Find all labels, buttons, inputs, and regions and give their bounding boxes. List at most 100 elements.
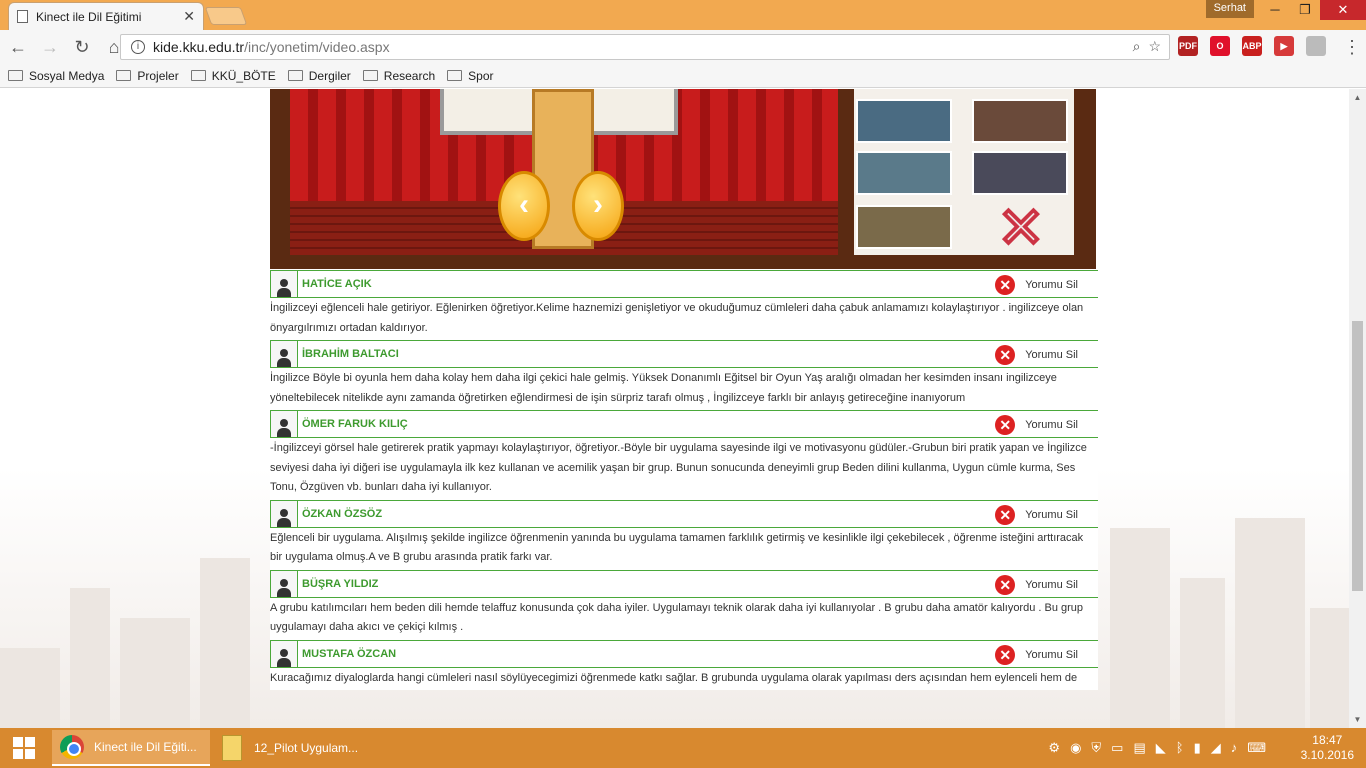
bookmark-label: KKÜ_BÖTE [211, 68, 276, 83]
address-bar[interactable]: i kide.kku.edu.tr/inc/yonetim/video.aspx… [120, 34, 1170, 60]
folder-icon [8, 70, 23, 81]
delete-label: Yorumu Sil [1025, 279, 1078, 291]
taskbar-item-chrome[interactable]: Kinect ile Dil Eğiti... [52, 730, 210, 766]
bookmark-folder[interactable]: Dergiler [287, 68, 351, 83]
system-clock[interactable]: 18:47 3.10.2016 [1301, 733, 1354, 763]
delete-comment-button[interactable]: ✕ Yorumu Sil [995, 574, 1078, 595]
network-icon[interactable]: ▤ [1133, 740, 1145, 756]
security-icon[interactable]: ⛨ [1091, 740, 1101, 756]
delete-icon: ✕ [995, 644, 1016, 665]
monitor-icon[interactable]: ▭ [1111, 740, 1123, 756]
commenter-name: ÖZKAN ÖZSÖZ [302, 507, 383, 520]
adblock-extension-icon[interactable]: ABP [1242, 36, 1262, 56]
delete-icon: ✕ [995, 504, 1016, 525]
home-icon: ⌂ [108, 36, 120, 57]
comment-header: BÜŞRA YILDIZ ✕ Yorumu Sil [270, 569, 1098, 598]
scroll-thumb[interactable] [1352, 321, 1363, 591]
wifi-icon[interactable]: ◢ [1211, 740, 1221, 756]
delete-label: Yorumu Sil [1025, 648, 1078, 661]
close-window-button[interactable]: ✕ [1320, 0, 1366, 20]
maximize-button[interactable]: ❐ [1290, 0, 1320, 20]
menu-icon[interactable]: ⋮ [1338, 33, 1366, 61]
delete-label: Yorumu Sil [1025, 349, 1078, 361]
delete-label: Yorumu Sil [1025, 508, 1078, 521]
profile-button[interactable]: Serhat [1205, 0, 1254, 18]
volume-icon[interactable]: ♪ [1231, 740, 1238, 756]
start-button[interactable] [0, 728, 48, 768]
opera-extension-icon[interactable]: O [1210, 36, 1230, 56]
commenter-name: BÜŞRA YILDIZ [302, 577, 379, 590]
delete-comment-button[interactable]: ✕ Yorumu Sil [995, 644, 1078, 665]
delete-icon: ✕ [995, 275, 1016, 295]
bluetooth-icon[interactable]: ᛒ [1176, 740, 1184, 756]
bookmark-folder[interactable]: KKÜ_BÖTE [190, 68, 276, 83]
forward-button[interactable]: → [36, 33, 64, 61]
bookmark-folder[interactable]: Spor [447, 68, 494, 83]
taskbar-item-file[interactable]: 12_Pilot Uygulam... [214, 730, 372, 766]
nvidia-icon[interactable]: ◣ [1156, 740, 1166, 756]
delete-icon: ✕ [995, 574, 1016, 595]
comment-text: -İngilizceyi görsel hale getirerek prati… [270, 438, 1098, 500]
browser-toolbar: ← → ↻ ⌂ i kide.kku.edu.tr/inc/yonetim/vi… [0, 30, 1366, 64]
new-tab-button[interactable] [204, 7, 248, 25]
comment-text: İngilizce Böyle bi oyunla hem daha kolay… [270, 368, 1098, 410]
browser-tab[interactable]: Kinect ile Dil Eğitimi ✕ [8, 2, 204, 30]
pdf-extension-icon[interactable]: PDF [1178, 36, 1198, 56]
back-button[interactable]: ← [4, 33, 32, 61]
bookmark-folder[interactable]: Projeler [116, 69, 179, 83]
comment-item: HATİCE AÇIK ✕ Yorumu Sil İngilizceyi eğle… [270, 270, 1098, 340]
skype-icon[interactable]: ◉ [1070, 740, 1081, 756]
delete-comment-button[interactable]: ✕ Yorumu Sil [995, 415, 1078, 435]
comment-text: A grubu katılımcıları hem beden dili hem… [270, 597, 1098, 640]
tab-close-icon[interactable]: ✕ [183, 8, 195, 25]
minimize-button[interactable]: ─ [1260, 0, 1290, 20]
gear-icon[interactable]: ⚙ [1048, 740, 1060, 756]
comment-item: ÖZKAN ÖZSÖZ ✕ Yorumu Sil Eğlenceli bir uy… [270, 499, 1098, 570]
delete-comment-button[interactable]: ✕ Yorumu Sil [995, 345, 1078, 365]
battery-icon[interactable]: ▮ [1194, 740, 1201, 756]
bookmark-label: Dergiler [308, 68, 351, 83]
windows-logo-icon [13, 737, 35, 759]
bookmark-star-icon[interactable]: ☆ [1148, 38, 1161, 55]
document-icon [17, 10, 28, 23]
delete-comment-button[interactable]: ✕ Yorumu Sil [995, 275, 1078, 295]
bookmark-label: Research [383, 68, 436, 83]
chrome-icon [60, 735, 84, 759]
bookmark-folder[interactable]: Sosyal Medya [8, 69, 104, 83]
bookmark-folder[interactable]: Research [362, 68, 436, 83]
url-host: kide.kku.edu.tr [153, 39, 245, 55]
reload-icon: ↻ [74, 36, 90, 57]
reload-button[interactable]: ↻ [68, 33, 96, 61]
close-x-icon: ✕ [997, 196, 1046, 259]
user-avatar-icon [270, 411, 298, 437]
commenter-name: İBRAHİM BALTACI [302, 348, 399, 360]
page-scrollbar[interactable]: ▲ ▼ [1349, 89, 1366, 728]
scroll-down-icon[interactable]: ▼ [1349, 711, 1366, 728]
delete-label: Yorumu Sil [1025, 578, 1078, 591]
comment-item: ÖMER FARUK KILIÇ ✕ Yorumu Sil -İngilizcey… [270, 410, 1098, 500]
next-arrow-icon: › [572, 171, 624, 241]
user-avatar-icon [270, 500, 298, 527]
file-explorer-icon [222, 735, 242, 761]
user-avatar-icon [270, 271, 298, 297]
comment-item: BÜŞRA YILDIZ ✕ Yorumu Sil A grubu katılım… [270, 569, 1098, 640]
user-avatar-icon [270, 640, 298, 667]
comment-header: HATİCE AÇIK ✕ Yorumu Sil [270, 270, 1098, 298]
extension-icon[interactable] [1306, 36, 1326, 56]
user-avatar-icon [270, 570, 298, 597]
bookmark-label: Spor [468, 68, 494, 83]
comment-header: ÖMER FARUK KILIÇ ✕ Yorumu Sil [270, 410, 1098, 438]
keyboard-icon[interactable]: ⌨ [1247, 740, 1266, 756]
scroll-up-icon[interactable]: ▲ [1349, 89, 1366, 106]
comment-item: İBRAHİM BALTACI ✕ Yorumu Sil İngilizce Bö… [270, 340, 1098, 410]
windows-taskbar: Kinect ile Dil Eğiti... 12_Pilot Uygulam… [0, 728, 1366, 768]
page-content: ‹ › ✕ HATİCE AÇIK ✕ Yorumu Sil İngilizcey… [0, 89, 1349, 728]
commenter-name: MUSTAFA ÖZCAN [302, 647, 397, 660]
comments-list: HATİCE AÇIK ✕ Yorumu Sil İngilizceyi eğle… [270, 270, 1098, 690]
info-icon[interactable]: i [131, 40, 145, 54]
tab-title: Kinect ile Dil Eğitimi [36, 9, 142, 24]
media-extension-icon[interactable]: ▶ [1274, 36, 1294, 56]
zoom-icon[interactable]: ⌕ [1133, 38, 1141, 55]
delete-comment-button[interactable]: ✕ Yorumu Sil [995, 504, 1078, 525]
back-arrow-icon: ← [9, 36, 27, 57]
